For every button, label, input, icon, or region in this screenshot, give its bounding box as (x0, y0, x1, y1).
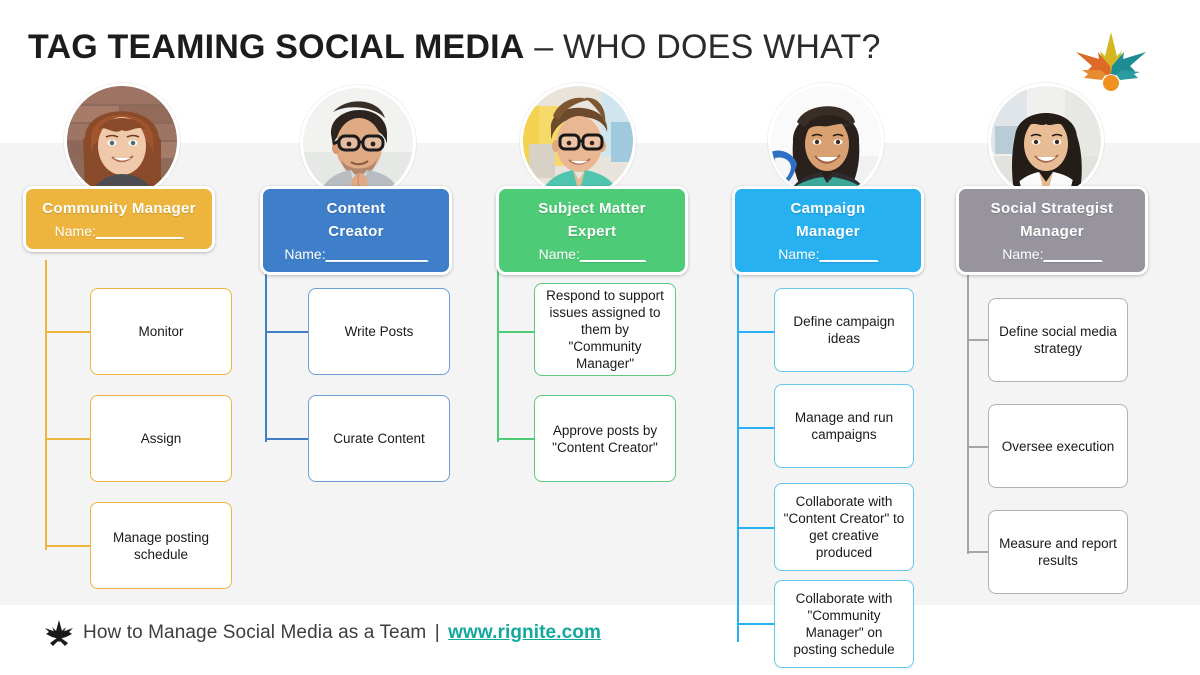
task-box[interactable]: Curate Content (308, 395, 450, 482)
footer-url-link[interactable]: www.rignite.com (448, 622, 601, 643)
role-title-line: Community Manager (42, 200, 196, 217)
task-box[interactable]: Respond to support issues assigned to th… (534, 283, 676, 376)
avatar-subject-matter-expert (520, 83, 636, 199)
role-name-field[interactable]: Name:____________ (36, 222, 202, 240)
column-social-strategist-manager: Social Strategist Manager Name:________ … (920, 0, 1150, 675)
role-title-line: Social Strategist (990, 200, 1114, 217)
task-box[interactable]: Assign (90, 395, 232, 482)
avatar-content-creator (300, 85, 416, 201)
task-box[interactable]: Collaborate with "Content Creator" to ge… (774, 483, 914, 571)
name-blank: _________ (579, 246, 646, 262)
role-name-field[interactable]: Name:_________ (509, 245, 675, 263)
role-name-field[interactable]: Name:________ (745, 245, 911, 263)
slide-canvas: TAG TEAMING SOCIAL MEDIA – WHO DOES WHAT… (0, 0, 1200, 675)
footer-text: How to Manage Social Media as a Team | w… (83, 622, 601, 644)
footer: How to Manage Social Media as a Team | w… (44, 618, 601, 648)
role-title-line: Subject Matter (538, 200, 646, 217)
task-box[interactable]: Manage posting schedule (90, 502, 232, 589)
role-header-community-manager[interactable]: Community Manager Name:____________ (23, 186, 215, 252)
role-header-content-creator[interactable]: Content Creator Name:______________ (260, 186, 452, 275)
avatar-community-manager (64, 83, 180, 199)
name-label: Name: (778, 246, 820, 262)
column-campaign-manager: Campaign Manager Name:________ Define ca… (696, 0, 926, 675)
task-box[interactable]: Write Posts (308, 288, 450, 375)
name-label: Name: (284, 246, 326, 262)
role-header-campaign-manager[interactable]: Campaign Manager Name:________ (732, 186, 924, 275)
rignite-mark-icon (44, 618, 74, 648)
name-blank: ________ (819, 246, 878, 262)
task-box[interactable]: Monitor (90, 288, 232, 375)
avatar-campaign-manager (768, 83, 884, 199)
role-title-line: Manager (1020, 223, 1084, 240)
task-box[interactable]: Manage and run campaigns (774, 384, 914, 468)
role-title-line: Content (326, 200, 386, 217)
task-box[interactable]: Oversee execution (988, 404, 1128, 488)
task-box[interactable]: Define social media strategy (988, 298, 1128, 382)
role-header-social-strategist-manager[interactable]: Social Strategist Manager Name:________ (956, 186, 1148, 275)
footer-title: How to Manage Social Media as a Team (83, 622, 427, 643)
role-header-subject-matter-expert[interactable]: Subject Matter Expert Name:_________ (496, 186, 688, 275)
role-title-line: Expert (567, 223, 617, 240)
role-name-field[interactable]: Name:______________ (273, 245, 439, 263)
name-blank: ______________ (325, 246, 429, 262)
role-title-line: Manager (796, 223, 860, 240)
name-label: Name: (54, 223, 96, 239)
task-box[interactable]: Approve posts by "Content Creator" (534, 395, 676, 482)
avatar-social-strategist-manager (988, 83, 1104, 199)
task-box[interactable]: Collaborate with "Community Manager" on … (774, 580, 914, 668)
role-name-field[interactable]: Name:________ (969, 245, 1135, 263)
footer-separator: | (434, 622, 440, 643)
task-box[interactable]: Measure and report results (988, 510, 1128, 594)
column-subject-matter-expert: Subject Matter Expert Name:_________ Res… (456, 0, 688, 675)
column-community-manager: Community Manager Name:____________ Moni… (6, 0, 236, 675)
name-blank: ____________ (95, 223, 184, 239)
name-label: Name: (538, 246, 580, 262)
task-box[interactable]: Define campaign ideas (774, 288, 914, 372)
name-blank: ________ (1043, 246, 1102, 262)
column-content-creator: Content Creator Name:______________ Writ… (224, 0, 454, 675)
name-label: Name: (1002, 246, 1044, 262)
role-title-line: Creator (328, 223, 384, 240)
role-title-line: Campaign (790, 200, 866, 217)
